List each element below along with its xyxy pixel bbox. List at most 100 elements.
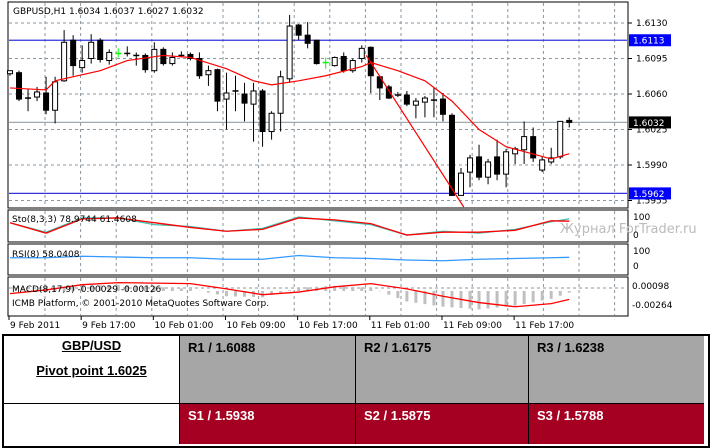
candle-body-bull xyxy=(88,41,95,60)
time-label: 9 Feb 2011 xyxy=(10,321,60,331)
candle-body-bull xyxy=(412,100,419,106)
candle-body-bull xyxy=(250,90,257,105)
candle-body-bull xyxy=(458,172,464,196)
time-label: 9 Feb 17:00 xyxy=(82,321,136,331)
chart-title: GBPUSD,H1 1.6034 1.6037 1.6027 1.6032 xyxy=(13,7,204,17)
candle-body-bull xyxy=(52,81,59,111)
candle-body-bear xyxy=(295,24,302,36)
candle-body-bull xyxy=(7,70,13,75)
sto-tick-100: 100 xyxy=(633,213,650,223)
price-tick-label: 1.5990 xyxy=(636,161,668,171)
candle xyxy=(313,39,320,65)
candle-body-bull xyxy=(331,56,338,67)
price-tick-label: 1.6095 xyxy=(636,55,668,65)
candle-body-bull xyxy=(286,25,293,80)
time-label: 10 Feb 17:00 xyxy=(299,321,358,331)
candle-body-bull xyxy=(34,91,41,98)
candle-body-bull xyxy=(79,60,86,69)
r2-cell: R2 / 1.6175 xyxy=(356,336,529,404)
level-label: 1.6113 xyxy=(633,37,665,47)
rsi-panel[interactable]: RSI(8) 58.0408 100 0 xyxy=(7,243,650,276)
candle-body-bull xyxy=(151,48,158,72)
copyright-text: ICMB Platform, © 2001-2010 MetaQuotes So… xyxy=(12,299,269,309)
level-label: 1.6032 xyxy=(633,119,665,129)
candle xyxy=(97,38,104,63)
candle-body-bull xyxy=(521,136,528,151)
pair-cell: GBP/USD Pivot point 1.6025 xyxy=(4,336,180,404)
candle-body-bear xyxy=(340,55,347,72)
macd-panel[interactable]: MACD(8,17,9) -0.00029 -0.00126 ICMB Plat… xyxy=(7,276,673,317)
candle-body-bull xyxy=(503,151,510,175)
candle-body-bull xyxy=(277,76,284,114)
candle-body-bear xyxy=(43,92,50,111)
candle xyxy=(142,53,149,73)
candle xyxy=(331,56,338,67)
candle xyxy=(557,120,564,159)
candle-body-bull xyxy=(485,161,492,178)
watermark: Журнал ForTrader.ru xyxy=(560,222,697,237)
stochastic-panel[interactable]: Журнал ForTrader.ru Sto(8,3,3) 78.9744 6… xyxy=(7,209,697,243)
candle-body-bear xyxy=(304,34,311,44)
rsi-tick-0: 0 xyxy=(633,262,639,272)
candle-body-bull xyxy=(557,120,564,158)
candle xyxy=(448,113,455,196)
pair-name: GBP/USD xyxy=(61,338,122,353)
empty-cell xyxy=(4,404,180,444)
s3-cell: S3 / 1.5788 xyxy=(529,404,704,444)
r3-cell: R3 / 1.6238 xyxy=(529,336,704,404)
pivot-table: GBP/USD Pivot point 1.6025 R1 / 1.6088 R… xyxy=(2,334,710,448)
candle-body-bear xyxy=(214,69,221,102)
candle-body-bear xyxy=(566,119,573,123)
candle-body-bull xyxy=(421,97,428,103)
candle-body-bull xyxy=(467,157,474,173)
rsi-label: RSI(8) 58.0408 xyxy=(12,250,80,260)
macd-tick-bottom: -0.00264 xyxy=(632,301,673,311)
macd-label: MACD(8,17,9) -0.00029 -0.00126 xyxy=(12,285,162,295)
time-label: 11 Feb 09:00 xyxy=(443,321,502,331)
candle xyxy=(160,47,167,66)
candle-body-bull xyxy=(61,41,68,82)
s1-cell: S1 / 1.5938 xyxy=(180,404,356,444)
candle-body-bull xyxy=(539,159,546,171)
candle-body-bear xyxy=(403,94,410,105)
candle-body-bear xyxy=(476,156,483,178)
candle-body-bear xyxy=(448,114,455,196)
candle xyxy=(349,58,356,73)
time-axis: 9 Feb 2011 9 Feb 17:00 10 Feb 01:00 10 Feb … xyxy=(8,316,574,331)
level-label: 1.5962 xyxy=(633,190,665,200)
price-tick-label: 1.6060 xyxy=(636,90,668,100)
s2-cell: S2 / 1.5875 xyxy=(356,404,529,444)
price-tick-label: 1.6130 xyxy=(636,19,668,29)
sto-label: Sto(8,3,3) 78.9744 61.4608 xyxy=(12,215,137,225)
candle-body-bear xyxy=(439,98,446,115)
time-label: 10 Feb 09:00 xyxy=(226,321,285,331)
price-chart[interactable]: GBPUSD,H1 1.6034 1.6037 1.6027 1.6032 1.… xyxy=(0,0,710,334)
candle-body-bull xyxy=(358,47,365,60)
time-label: 11 Feb 17:00 xyxy=(515,321,574,331)
time-label: 11 Feb 01:00 xyxy=(371,321,430,331)
candle-body-bear xyxy=(160,48,167,65)
candle-body-bear xyxy=(97,39,104,61)
candle-body-bear xyxy=(494,156,501,175)
pivot-point: Pivot point 1.6025 xyxy=(36,363,147,378)
candle-body-bear xyxy=(16,72,23,100)
rsi-tick-100: 100 xyxy=(633,247,650,257)
macd-panel-frame xyxy=(7,276,629,317)
candle-body-bear xyxy=(259,90,266,133)
main-panel-frame xyxy=(7,1,629,209)
r1-cell: R1 / 1.6088 xyxy=(180,336,356,404)
candle-body-bear xyxy=(241,93,248,104)
candle-body-bull xyxy=(205,70,212,76)
rsi-panel-frame xyxy=(7,243,629,276)
candle-body-bear xyxy=(313,39,320,65)
macd-tick-top: 0.00098 xyxy=(632,282,669,292)
candle-body-bull xyxy=(223,92,230,100)
candle xyxy=(16,70,23,102)
sto-tick-0: 0 xyxy=(633,231,639,241)
candle-body-bull xyxy=(169,56,176,65)
candle-body-bear xyxy=(70,39,77,67)
time-label: 10 Feb 01:00 xyxy=(154,321,213,331)
candle-body-bull xyxy=(268,112,275,133)
candle-body-bull xyxy=(106,51,113,62)
main-price-panel[interactable]: GBPUSD,H1 1.6034 1.6037 1.6027 1.6032 1.… xyxy=(7,1,672,209)
